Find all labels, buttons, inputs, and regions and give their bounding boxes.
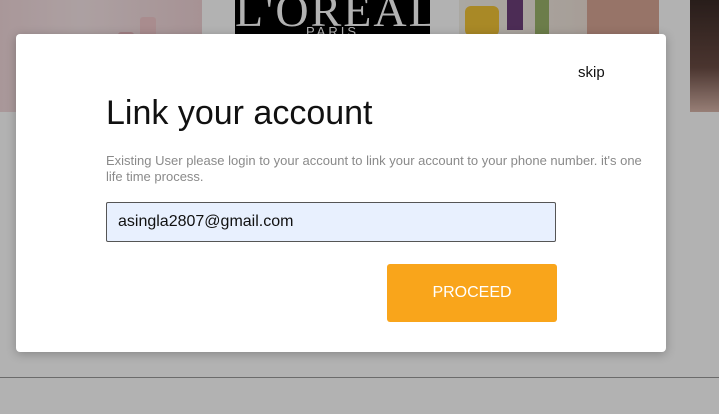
modal-title: Link your account [106, 94, 373, 132]
modal-description: Existing User please login to your accou… [106, 153, 642, 184]
skip-link[interactable]: skip [578, 64, 605, 81]
proceed-button[interactable]: PROCEED [387, 264, 557, 322]
link-account-modal: skip Link your account Existing User ple… [16, 34, 666, 352]
email-field[interactable] [106, 202, 556, 242]
